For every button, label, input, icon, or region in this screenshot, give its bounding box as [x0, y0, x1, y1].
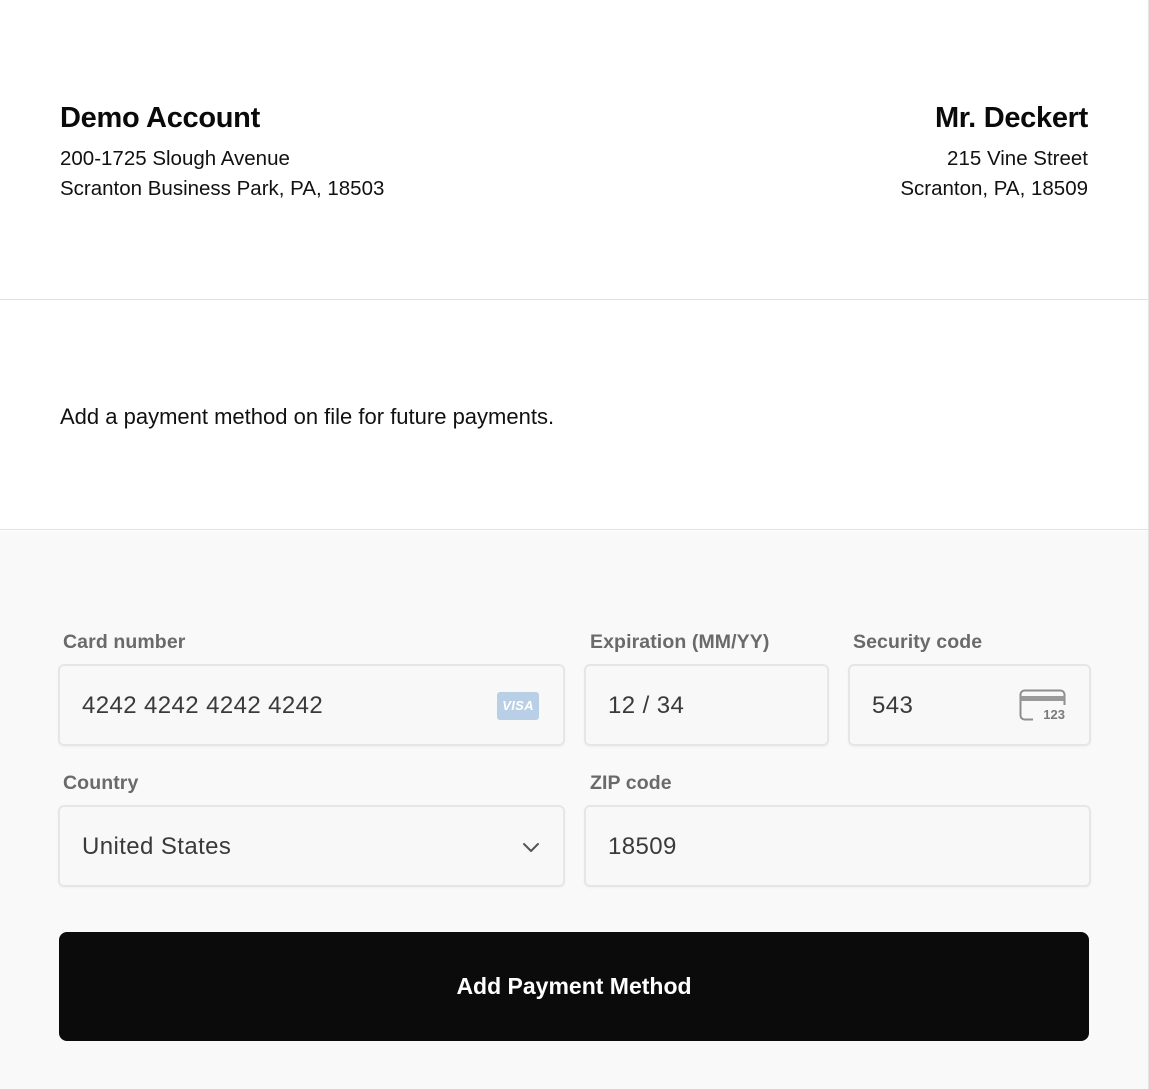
security-code-label: Security code: [853, 631, 983, 653]
recipient-address-line1: 215 Vine Street: [947, 147, 1088, 170]
sender-block: Demo Account 200-1725 Slough Avenue Scra…: [60, 100, 384, 204]
security-code-input[interactable]: 543 123: [848, 664, 1091, 746]
expiration-value: 12 / 34: [608, 692, 685, 719]
visa-icon: VISA: [497, 692, 539, 720]
recipient-address-line2: Scranton, PA, 18509: [900, 177, 1088, 200]
sender-address-line2: Scranton Business Park, PA, 18503: [60, 177, 385, 200]
zip-input[interactable]: 18509: [584, 805, 1091, 887]
card-cvc-icon: 123: [1019, 689, 1066, 722]
cvc-icon-text: 123: [1043, 707, 1065, 722]
description-text: Add a payment method on file for future …: [60, 404, 555, 429]
card-number-value: 4242 4242 4242 4242: [82, 692, 324, 719]
recipient-name: Mr. Deckert: [934, 102, 1088, 134]
card-number-label: Card number: [63, 631, 186, 653]
sender-name: Demo Account: [60, 102, 260, 134]
payment-page: Demo Account 200-1725 Slough Avenue Scra…: [0, 0, 1149, 1089]
zip-value: 18509: [608, 833, 677, 860]
country-select[interactable]: United States: [58, 805, 565, 887]
add-payment-method-button[interactable]: Add Payment Method: [59, 932, 1089, 1041]
sender-address-line1: 200-1725 Slough Avenue: [60, 147, 290, 170]
card-number-input[interactable]: 4242 4242 4242 4242 VISA: [58, 664, 565, 746]
chevron-down-icon: [523, 843, 539, 852]
header-section: Demo Account 200-1725 Slough Avenue Scra…: [0, 0, 1148, 300]
country-label: Country: [63, 772, 139, 794]
expiration-label: Expiration (MM/YY): [590, 631, 770, 653]
country-value: United States: [82, 833, 232, 860]
zip-label: ZIP code: [590, 772, 672, 794]
recipient-block: Mr. Deckert 215 Vine Street Scranton, PA…: [900, 100, 1088, 204]
security-code-value: 543: [872, 692, 914, 719]
expiration-input[interactable]: 12 / 34: [584, 664, 829, 746]
